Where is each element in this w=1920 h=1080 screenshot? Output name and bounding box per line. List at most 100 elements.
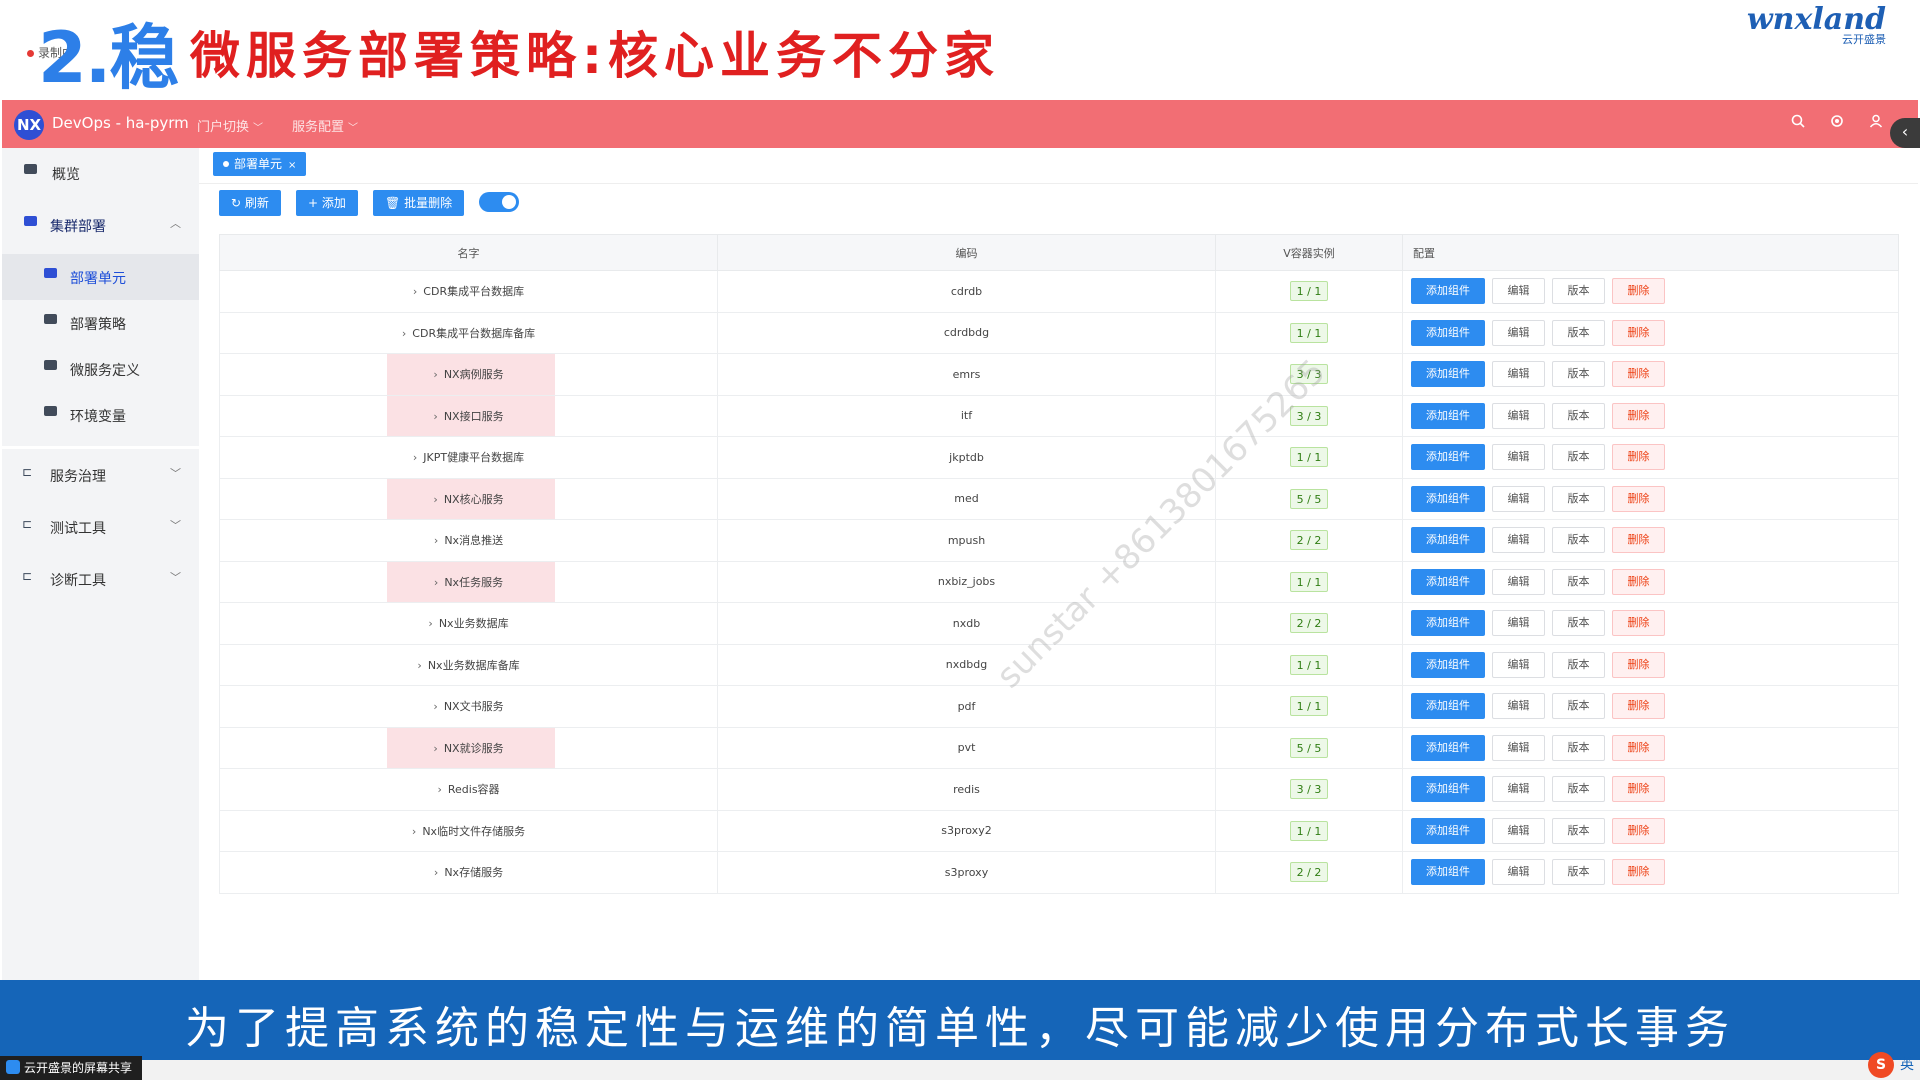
ime-toolbar[interactable]: S英 bbox=[1862, 1052, 1920, 1080]
delete-button[interactable]: 删除 bbox=[1612, 402, 1665, 429]
expand-chevron-icon[interactable]: › bbox=[413, 285, 417, 298]
expand-chevron-icon[interactable]: › bbox=[412, 825, 416, 838]
collapse-panel-button[interactable]: ‹ bbox=[1890, 118, 1920, 148]
add-component-button[interactable]: 添加组件 bbox=[1411, 734, 1485, 761]
sidebar-item-env-vars[interactable]: 环境变量 bbox=[2, 392, 199, 438]
expand-chevron-icon[interactable]: › bbox=[437, 783, 441, 796]
delete-button[interactable]: 删除 bbox=[1612, 485, 1665, 512]
sidebar-item-microservice-def[interactable]: 微服务定义 bbox=[2, 346, 199, 392]
add-component-button[interactable]: 添加组件 bbox=[1411, 444, 1485, 471]
app-logo[interactable]: NX bbox=[14, 110, 44, 140]
version-button[interactable]: 版本 bbox=[1552, 817, 1605, 844]
add-component-button[interactable]: 添加组件 bbox=[1411, 485, 1485, 512]
add-component-button[interactable]: 添加组件 bbox=[1411, 402, 1485, 429]
edit-button[interactable]: 编辑 bbox=[1492, 859, 1545, 886]
edit-button[interactable]: 编辑 bbox=[1492, 610, 1545, 637]
delete-button[interactable]: 删除 bbox=[1612, 859, 1665, 886]
edit-button[interactable]: 编辑 bbox=[1492, 485, 1545, 512]
sidebar-item-service-governance[interactable]: ⊏ 服务治理 ﹀ bbox=[2, 452, 199, 498]
app-title[interactable]: DevOps - ha-pyrm bbox=[52, 114, 189, 132]
column-header-code[interactable]: 编码 bbox=[717, 234, 1216, 271]
version-button[interactable]: 版本 bbox=[1552, 610, 1605, 637]
version-button[interactable]: 版本 bbox=[1552, 859, 1605, 886]
expand-chevron-icon[interactable]: › bbox=[428, 617, 432, 630]
batch-delete-button[interactable]: 🗑 批量删除 bbox=[373, 190, 465, 216]
version-button[interactable]: 版本 bbox=[1552, 693, 1605, 720]
delete-button[interactable]: 删除 bbox=[1612, 319, 1665, 346]
menu-portal-switch[interactable]: 门户切换 ﹀ bbox=[197, 116, 263, 135]
edit-button[interactable]: 编辑 bbox=[1492, 402, 1545, 429]
screen-share-indicator[interactable]: 云开盛景的屏幕共享 bbox=[0, 1056, 143, 1080]
edit-button[interactable]: 编辑 bbox=[1492, 817, 1545, 844]
edit-button[interactable]: 编辑 bbox=[1492, 527, 1545, 554]
column-header-instances[interactable]: V容器实例 bbox=[1215, 234, 1403, 271]
add-component-button[interactable]: 添加组件 bbox=[1411, 319, 1485, 346]
delete-button[interactable]: 删除 bbox=[1612, 527, 1665, 554]
delete-button[interactable]: 删除 bbox=[1612, 610, 1665, 637]
version-button[interactable]: 版本 bbox=[1552, 734, 1605, 761]
edit-button[interactable]: 编辑 bbox=[1492, 693, 1545, 720]
version-button[interactable]: 版本 bbox=[1552, 568, 1605, 595]
expand-chevron-icon[interactable]: › bbox=[434, 534, 438, 547]
edit-button[interactable]: 编辑 bbox=[1492, 568, 1545, 595]
expand-chevron-icon[interactable]: › bbox=[434, 866, 438, 879]
delete-button[interactable]: 删除 bbox=[1612, 776, 1665, 803]
version-button[interactable]: 版本 bbox=[1552, 527, 1605, 554]
column-header-name[interactable]: 名字 bbox=[219, 234, 718, 271]
search-icon[interactable] bbox=[1788, 114, 1808, 134]
expand-chevron-icon[interactable]: › bbox=[433, 368, 437, 381]
delete-button[interactable]: 删除 bbox=[1612, 444, 1665, 471]
edit-button[interactable]: 编辑 bbox=[1492, 319, 1545, 346]
expand-chevron-icon[interactable]: › bbox=[433, 410, 437, 423]
add-component-button[interactable]: 添加组件 bbox=[1411, 568, 1485, 595]
add-component-button[interactable]: 添加组件 bbox=[1411, 817, 1485, 844]
expand-chevron-icon[interactable]: › bbox=[433, 493, 437, 506]
delete-button[interactable]: 删除 bbox=[1612, 361, 1665, 388]
add-component-button[interactable]: 添加组件 bbox=[1411, 859, 1485, 886]
add-component-button[interactable]: 添加组件 bbox=[1411, 361, 1485, 388]
sidebar-item-overview[interactable]: 概览 bbox=[2, 150, 199, 196]
delete-button[interactable]: 删除 bbox=[1612, 651, 1665, 678]
add-component-button[interactable]: 添加组件 bbox=[1411, 527, 1485, 554]
sidebar-item-cluster-deploy[interactable]: 集群部署 ︿ bbox=[2, 202, 199, 248]
view-toggle-switch[interactable] bbox=[479, 192, 519, 212]
sidebar-item-test-tools[interactable]: ⊏ 测试工具 ﹀ bbox=[2, 504, 199, 550]
edit-button[interactable]: 编辑 bbox=[1492, 734, 1545, 761]
version-button[interactable]: 版本 bbox=[1552, 776, 1605, 803]
expand-chevron-icon[interactable]: › bbox=[434, 576, 438, 589]
expand-chevron-icon[interactable]: › bbox=[402, 327, 406, 340]
sidebar-item-diagnostic-tools[interactable]: ⊏ 诊断工具 ﹀ bbox=[2, 556, 199, 602]
edit-button[interactable]: 编辑 bbox=[1492, 651, 1545, 678]
settings-icon[interactable] bbox=[1827, 114, 1847, 134]
expand-chevron-icon[interactable]: › bbox=[433, 700, 437, 713]
edit-button[interactable]: 编辑 bbox=[1492, 444, 1545, 471]
edit-button[interactable]: 编辑 bbox=[1492, 776, 1545, 803]
add-component-button[interactable]: 添加组件 bbox=[1411, 693, 1485, 720]
version-button[interactable]: 版本 bbox=[1552, 402, 1605, 429]
add-component-button[interactable]: 添加组件 bbox=[1411, 610, 1485, 637]
version-button[interactable]: 版本 bbox=[1552, 319, 1605, 346]
edit-button[interactable]: 编辑 bbox=[1492, 361, 1545, 388]
add-component-button[interactable]: 添加组件 bbox=[1411, 651, 1485, 678]
expand-chevron-icon[interactable]: › bbox=[417, 659, 421, 672]
add-component-button[interactable]: 添加组件 bbox=[1411, 776, 1485, 803]
delete-button[interactable]: 删除 bbox=[1612, 817, 1665, 844]
delete-button[interactable]: 删除 bbox=[1612, 568, 1665, 595]
refresh-button[interactable]: ↻ 刷新 bbox=[219, 190, 281, 216]
version-button[interactable]: 版本 bbox=[1552, 485, 1605, 512]
version-button[interactable]: 版本 bbox=[1552, 444, 1605, 471]
user-icon[interactable] bbox=[1866, 114, 1886, 134]
tab-deploy-unit[interactable]: 部署单元 × bbox=[213, 152, 307, 176]
menu-service-config[interactable]: 服务配置 ﹀ bbox=[292, 116, 358, 135]
version-button[interactable]: 版本 bbox=[1552, 278, 1605, 305]
delete-button[interactable]: 删除 bbox=[1612, 693, 1665, 720]
close-icon[interactable]: × bbox=[288, 160, 296, 171]
expand-chevron-icon[interactable]: › bbox=[433, 742, 437, 755]
expand-chevron-icon[interactable]: › bbox=[413, 451, 417, 464]
delete-button[interactable]: 删除 bbox=[1612, 734, 1665, 761]
edit-button[interactable]: 编辑 bbox=[1492, 278, 1545, 305]
sidebar-item-deploy-unit[interactable]: 部署单元 bbox=[2, 254, 199, 300]
sidebar-item-deploy-strategy[interactable]: 部署策略 bbox=[2, 300, 199, 346]
delete-button[interactable]: 删除 bbox=[1612, 278, 1665, 305]
add-component-button[interactable]: 添加组件 bbox=[1411, 278, 1485, 305]
